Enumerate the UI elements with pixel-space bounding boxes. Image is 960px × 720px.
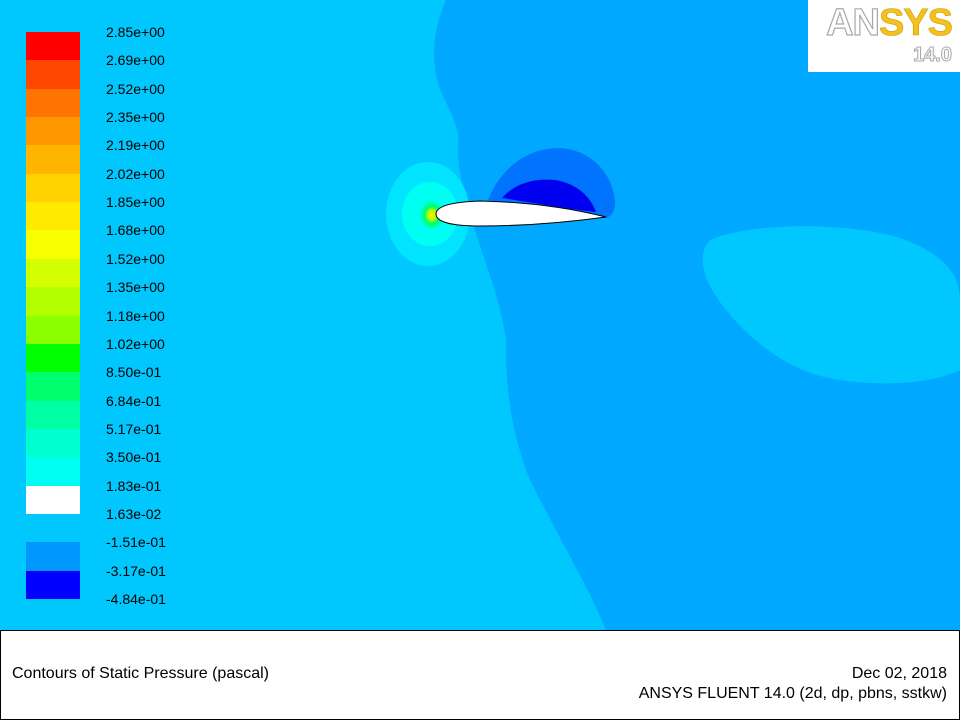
colorbar-tick-label: 1.35e+00	[106, 279, 165, 296]
colorbar-swatch	[26, 513, 80, 543]
colorbar-tick-label: 1.52e+00	[106, 250, 165, 267]
colorbar-tick-label: 8.50e-01	[106, 364, 162, 381]
colorbar-swatch	[26, 258, 80, 288]
colorbar-swatch	[26, 485, 80, 514]
colorbar-swatch	[26, 315, 80, 344]
colorbar-swatch	[26, 173, 80, 203]
solver-info: ANSYS FLUENT 14.0 (2d, dp, pbns, sstkw)	[638, 685, 947, 702]
colorbar-swatch	[26, 457, 80, 486]
colorbar-tick-label: 5.17e-01	[106, 420, 162, 437]
colorbar-tick-label: -3.17e-01	[106, 562, 166, 579]
colorbar-tick-label: 1.68e+00	[106, 222, 165, 239]
colorbar-swatch	[26, 145, 80, 174]
version-number: 14.0	[913, 44, 953, 67]
colorbar-swatch	[26, 32, 80, 61]
colorbar-swatch	[26, 230, 80, 259]
colorbar-tick-label: 2.02e+00	[106, 165, 165, 182]
colorbar-swatch	[26, 570, 80, 600]
plot-caption: Contours of Static Pressure (pascal)	[12, 665, 269, 682]
colorbar-tick-label: 2.52e+00	[106, 80, 165, 97]
footer-panel: Contours of Static Pressure (pascal) Dec…	[0, 630, 960, 720]
colorbar-tick-label: 3.50e-01	[106, 449, 162, 466]
colorbar: 2.85e+00 2.69e+00 2.52e+00 2.35e+00 2.19e+00…	[0, 0, 220, 630]
colorbar-tick-label: 1.85e+00	[106, 194, 165, 211]
colorbar-tick-label: 2.85e+00	[106, 24, 165, 40]
colorbar-tick-label: 6.84e-01	[106, 392, 162, 409]
colorbar-swatch	[26, 202, 80, 231]
colorbar-swatch	[26, 88, 80, 118]
colorbar-swatch	[26, 372, 80, 401]
colorbar-swatch	[26, 117, 80, 146]
ansys-logo: ANSYS 14.0	[808, 0, 960, 72]
ansys-wordmark: ANSYS	[825, 1, 953, 44]
colorbar-swatch	[26, 542, 80, 571]
colorbar-tick-label: 2.19e+00	[106, 137, 165, 154]
plot-date: Dec 02, 2018	[851, 665, 947, 682]
colorbar-tick-label: 1.63e-02	[106, 505, 162, 522]
colorbar-tick-label: 1.83e-01	[106, 477, 162, 494]
colorbar-swatch	[26, 400, 80, 429]
colorbar-tick-label: 2.35e+00	[106, 109, 165, 126]
colorbar-swatch	[26, 287, 80, 316]
colorbar-swatch	[26, 428, 80, 458]
colorbar-tick-label: 1.02e+00	[106, 335, 165, 352]
colorbar-tick-label: -4.84e-01	[106, 591, 166, 607]
colorbar-tick-label: 1.18e+00	[106, 307, 165, 324]
colorbar-tick-label: -1.51e-01	[106, 534, 166, 551]
colorbar-swatch	[26, 60, 80, 89]
colorbar-tick-label: 2.69e+00	[106, 52, 165, 69]
colorbar-swatch	[26, 343, 80, 373]
